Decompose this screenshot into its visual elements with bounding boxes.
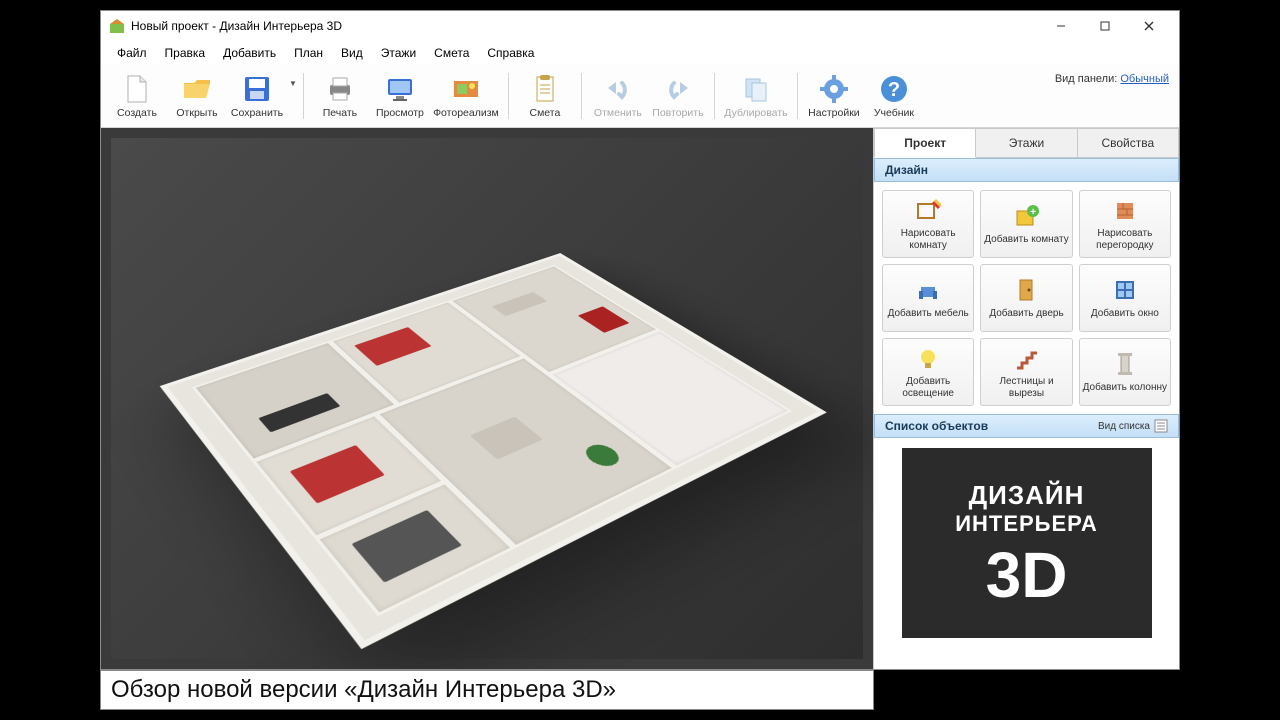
draw-room-icon (914, 197, 942, 224)
svg-text:?: ? (888, 79, 900, 101)
save-button[interactable]: Сохранить (227, 69, 287, 123)
duplicate-icon (740, 73, 772, 105)
gear-icon (818, 73, 850, 105)
svg-text:+: + (1031, 207, 1037, 218)
menu-help[interactable]: Справка (479, 43, 542, 63)
add-window-button[interactable]: Добавить окно (1079, 264, 1171, 332)
redo-button[interactable]: Повторить (648, 69, 708, 123)
list-view-mode[interactable]: Вид списка (1098, 419, 1168, 433)
menu-estimate[interactable]: Смета (426, 43, 477, 63)
close-button[interactable] (1127, 12, 1171, 40)
toolbar: Создать Открыть Сохранить ▼ Печать Просм… (101, 65, 1179, 128)
estimate-icon (529, 73, 561, 105)
objects-header: Список объектов Вид списка (874, 414, 1179, 438)
panel-mode-link[interactable]: Обычный (1120, 73, 1169, 85)
monitor-icon (384, 73, 416, 105)
objects-list: ДИЗАЙН ИНТЕРЬЕРА 3D (874, 438, 1179, 669)
promo-banner: ДИЗАЙН ИНТЕРЬЕРА 3D (902, 448, 1152, 638)
video-caption: Обзор новой версии «Дизайн Интерьера 3D» (100, 670, 874, 710)
help-icon: ? (878, 73, 910, 105)
draw-room-button[interactable]: Нарисовать комнату (882, 190, 974, 258)
tab-project[interactable]: Проект (874, 128, 976, 158)
undo-button[interactable]: Отменить (588, 69, 648, 123)
tutorial-button[interactable]: ? Учебник (864, 69, 924, 123)
add-room-button[interactable]: + Добавить комнату (980, 190, 1072, 258)
menu-add[interactable]: Добавить (215, 43, 284, 63)
app-icon (109, 18, 125, 34)
window-icon (1111, 276, 1139, 304)
list-icon (1154, 419, 1168, 433)
column-icon (1111, 350, 1139, 378)
add-furniture-button[interactable]: Добавить мебель (882, 264, 974, 332)
settings-button[interactable]: Настройки (804, 69, 864, 123)
side-panel: Проект Этажи Свойства Дизайн Нарисовать … (873, 128, 1179, 669)
add-door-button[interactable]: Добавить дверь (980, 264, 1072, 332)
window-title: Новый проект - Дизайн Интерьера 3D (131, 19, 1039, 33)
floorplan-render (111, 138, 863, 659)
add-room-icon: + (1012, 202, 1040, 230)
menu-file[interactable]: Файл (109, 43, 155, 63)
save-dropdown-icon[interactable]: ▼ (289, 79, 297, 133)
estimate-button[interactable]: Смета (515, 69, 575, 123)
stairs-icon (1012, 345, 1040, 372)
add-column-button[interactable]: Добавить колонну (1079, 338, 1171, 406)
duplicate-button[interactable]: Дублировать (721, 69, 791, 123)
menubar: Файл Правка Добавить План Вид Этажи Смет… (101, 41, 1179, 65)
maximize-button[interactable] (1083, 12, 1127, 40)
file-new-icon (121, 73, 153, 105)
create-button[interactable]: Создать (107, 69, 167, 123)
partition-icon (1111, 197, 1139, 224)
design-grid: Нарисовать комнату + Добавить комнату На… (874, 182, 1179, 414)
print-icon (324, 73, 356, 105)
furniture-icon (914, 276, 942, 304)
undo-icon (602, 73, 634, 105)
app-window: Новый проект - Дизайн Интерьера 3D Файл … (100, 10, 1180, 670)
door-icon (1012, 276, 1040, 304)
menu-floors[interactable]: Этажи (373, 43, 424, 63)
light-icon (914, 345, 942, 372)
preview-button[interactable]: Просмотр (370, 69, 430, 123)
folder-open-icon (181, 73, 213, 105)
photorealism-icon (450, 73, 482, 105)
save-icon (241, 73, 273, 105)
menu-plan[interactable]: План (286, 43, 331, 63)
print-button[interactable]: Печать (310, 69, 370, 123)
minimize-button[interactable] (1039, 12, 1083, 40)
tab-floors[interactable]: Этажи (976, 128, 1077, 158)
3d-viewport[interactable] (101, 128, 873, 669)
titlebar: Новый проект - Дизайн Интерьера 3D (101, 11, 1179, 41)
side-tabs: Проект Этажи Свойства (874, 128, 1179, 158)
content-area: Проект Этажи Свойства Дизайн Нарисовать … (101, 128, 1179, 669)
menu-edit[interactable]: Правка (157, 43, 214, 63)
photorealism-button[interactable]: Фотореализм (430, 69, 502, 123)
menu-view[interactable]: Вид (333, 43, 371, 63)
tab-properties[interactable]: Свойства (1078, 128, 1179, 158)
design-section-header: Дизайн (874, 158, 1179, 182)
add-lighting-button[interactable]: Добавить освещение (882, 338, 974, 406)
draw-partition-button[interactable]: Нарисовать перегородку (1079, 190, 1171, 258)
stairs-button[interactable]: Лестницы и вырезы (980, 338, 1072, 406)
redo-icon (662, 73, 694, 105)
panel-mode: Вид панели: Обычный (1055, 73, 1169, 85)
open-button[interactable]: Открыть (167, 69, 227, 123)
